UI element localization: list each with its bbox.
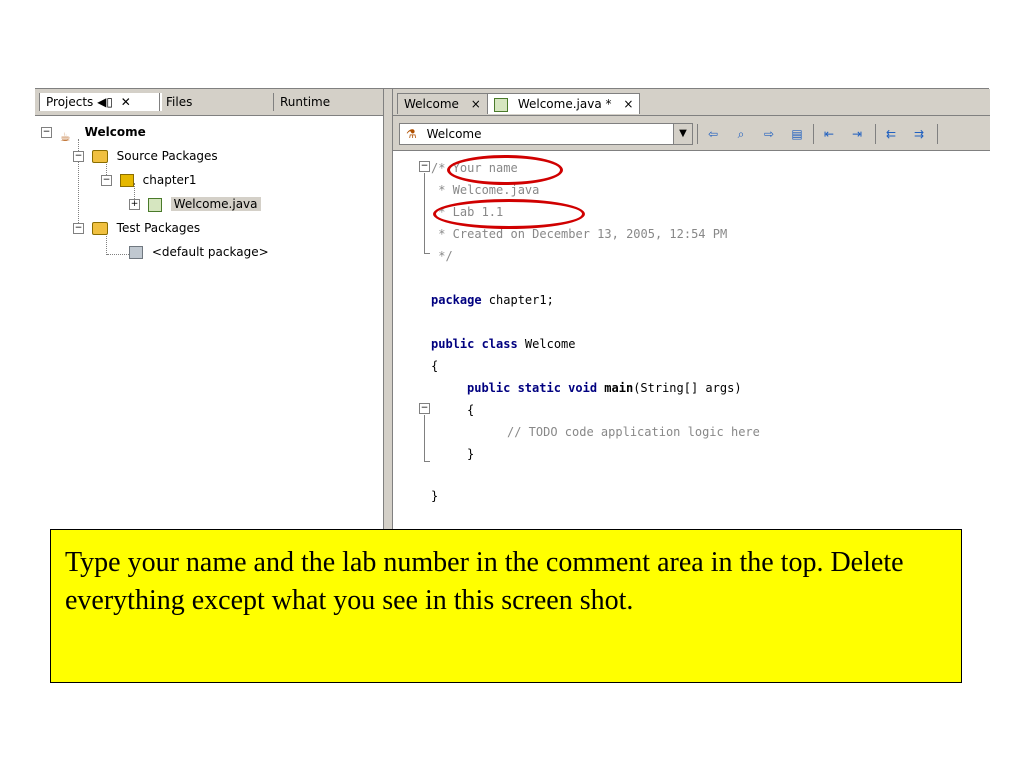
tab-projects[interactable]: Projects ◀▯ ✕: [39, 93, 162, 111]
tree-item-project[interactable]: − ☕ Welcome: [41, 121, 146, 144]
folder-icon: [91, 222, 108, 235]
code-line: */: [431, 249, 453, 263]
instruction-note: Type your name and the lab number in the…: [50, 529, 962, 683]
package-icon: [119, 174, 134, 187]
tree-item-source-packages[interactable]: − Source Packages: [73, 145, 218, 167]
code-line: }: [431, 489, 439, 503]
editor-tab-bar: Welcome × Welcome.java * ×: [393, 89, 990, 116]
find-icon[interactable]: ⌕: [733, 126, 749, 142]
navigator-combo[interactable]: ⚗ Welcome ▼: [399, 123, 693, 145]
panel-tab-bar: Projects ◀▯ ✕ Files Runtime: [35, 89, 383, 116]
code-line: * Created on December 13, 2005, 12:54 PM: [431, 227, 728, 241]
instruction-text: Type your name and the lab number in the…: [65, 547, 904, 616]
tree-item-label: Source Packages: [116, 149, 218, 163]
tab-files[interactable]: Files: [159, 93, 270, 111]
code-line: {: [467, 403, 475, 417]
tree-item-label: Welcome: [84, 125, 146, 139]
close-icon[interactable]: ×: [471, 97, 481, 111]
tab-files-label: Files: [166, 95, 193, 109]
collapse-toggle-icon[interactable]: −: [101, 175, 112, 186]
keyword: package: [431, 293, 482, 307]
tree-item-label: Test Packages: [116, 221, 201, 235]
collapse-toggle-icon[interactable]: −: [73, 223, 84, 234]
highlight-ellipse-your-name: [447, 155, 563, 185]
code-line: {: [431, 359, 439, 373]
chevron-down-icon[interactable]: ▼: [673, 124, 692, 144]
close-icon[interactable]: ×: [623, 97, 633, 111]
tab-runtime-label: Runtime: [280, 95, 331, 109]
collapse-toggle-icon[interactable]: −: [73, 151, 84, 162]
tab-welcome-java[interactable]: Welcome.java * ×: [487, 93, 641, 114]
java-file-icon: [147, 197, 162, 212]
tree-item-label: Welcome.java: [170, 197, 261, 211]
bookmark-previous-icon[interactable]: ⇤: [821, 126, 837, 142]
fold-toggle-icon[interactable]: −: [419, 403, 430, 414]
highlight-ellipse-lab: [433, 199, 585, 229]
method-name: main: [604, 381, 634, 395]
tree-item-test-packages[interactable]: − Test Packages: [73, 217, 200, 239]
tree-item-label: <default package>: [151, 245, 269, 259]
code-text: (String[] args): [633, 381, 742, 395]
code-text: chapter1;: [481, 293, 554, 307]
project-coffee-icon: ☕: [59, 129, 71, 144]
tree-item-package-chapter1[interactable]: − chapter1: [101, 169, 197, 191]
fold-toggle-icon[interactable]: −: [419, 161, 430, 172]
tree-item-default-package[interactable]: <default package>: [129, 241, 269, 263]
tab-label: Welcome.java *: [517, 97, 612, 111]
shift-right-icon[interactable]: ⇉: [911, 126, 927, 142]
tree-item-label: chapter1: [142, 173, 197, 187]
collapse-toggle-icon[interactable]: −: [41, 127, 52, 138]
package-icon: [129, 246, 143, 259]
folder-icon: [91, 150, 108, 163]
tab-welcome[interactable]: Welcome ×: [397, 93, 488, 114]
code-line: package chapter1;: [431, 291, 554, 309]
editor-toolbar: ⚗ Welcome ▼ ⇦ ⌕ ⇨ ▤ ⇤ ⇥ ⇇ ⇉: [393, 116, 990, 151]
code-line: public static void main(String[] args): [467, 379, 742, 397]
java-file-icon: [494, 97, 508, 112]
code-text: Welcome: [517, 337, 576, 351]
combo-value: Welcome: [426, 127, 482, 141]
keyword: public static void: [467, 381, 598, 395]
tab-label: Welcome: [404, 97, 459, 111]
code-line: }: [467, 447, 475, 461]
tab-projects-label: Projects ◀▯: [46, 95, 113, 109]
class-icon: ⚗: [406, 127, 417, 141]
code-line: // TODO code application logic here: [507, 425, 760, 439]
find-previous-icon[interactable]: ⇦: [705, 126, 721, 142]
find-next-icon[interactable]: ⇨: [761, 126, 777, 142]
expand-toggle-icon[interactable]: +: [129, 199, 140, 210]
shift-left-icon[interactable]: ⇇: [883, 126, 899, 142]
close-icon[interactable]: ✕: [121, 95, 131, 109]
keyword: public class: [431, 337, 518, 351]
bookmark-next-icon[interactable]: ⇥: [849, 126, 865, 142]
code-line: public class Welcome: [431, 335, 576, 353]
tab-runtime[interactable]: Runtime: [273, 93, 380, 111]
tree-item-welcome-java[interactable]: + Welcome.java: [129, 193, 261, 215]
toggle-highlight-icon[interactable]: ▤: [789, 126, 805, 142]
